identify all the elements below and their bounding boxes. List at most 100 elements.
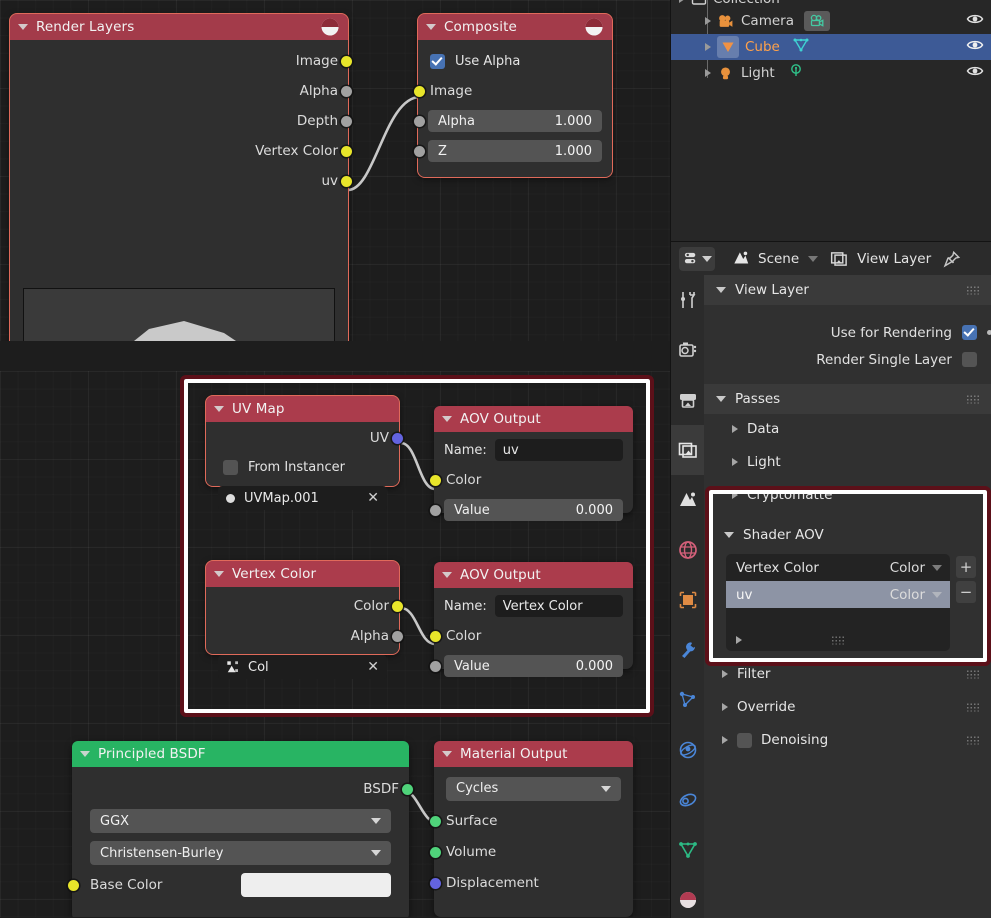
properties-editor-icon[interactable] [679,246,715,271]
render-target-dropdown[interactable]: Cycles [446,776,621,801]
outliner-row-cube[interactable]: Cube [671,34,991,60]
chevron-down-icon[interactable] [701,255,712,262]
expand-triangle-icon[interactable] [705,69,711,77]
node-output-row[interactable]: Vertex Color [10,136,353,166]
node-header-uv-map[interactable]: UV Map [206,396,399,422]
collapse-triangle-icon[interactable] [716,396,726,402]
socket-displacement-input[interactable] [429,877,442,890]
node-aov-output-vertex-color[interactable]: AOV Output Name: Vertex Color Color Valu… [429,562,633,677]
subpanel-shader-aov-header[interactable]: Shader AOV [704,520,991,550]
node-output-row[interactable]: Image [10,46,353,76]
socket-value-input[interactable] [429,660,442,673]
chevron-down-icon[interactable] [932,564,942,571]
tab-modifiers[interactable] [671,625,704,675]
socket-uv[interactable] [340,175,353,188]
aov-list-item[interactable]: Vertex Color Color [726,554,950,581]
node-material-output[interactable]: Material Output Cycles Surface Volume Di… [429,741,633,917]
target-row[interactable]: Cycles [434,772,633,805]
socket-alpha-input[interactable] [413,115,426,128]
aov-color-row[interactable]: Color [429,465,633,495]
panel-grip-icon[interactable] [966,394,980,404]
aov-list[interactable]: Vertex Color Color uv Color [726,554,950,651]
socket-image[interactable] [340,55,353,68]
socket-surface-input[interactable] [429,815,442,828]
aov-list-footer[interactable] [726,629,950,651]
panel-override[interactable]: Override [704,692,991,722]
vcol-color-row[interactable]: Color [206,591,404,621]
collapse-triangle-icon[interactable] [214,406,224,412]
light-data-icon[interactable] [787,62,805,84]
tab-world[interactable] [671,525,704,575]
displacement-row[interactable]: Displacement [429,867,633,898]
expand-triangle-icon[interactable] [732,425,738,433]
node-render-layers[interactable]: Render Layers Image Alpha Depth Vertex C… [9,13,353,341]
aov-name-field[interactable]: Vertex Color [494,595,623,617]
expand-triangle-icon[interactable] [722,670,728,678]
socket-base-color-input[interactable] [67,879,80,892]
panel-denoising[interactable]: Denoising [704,725,991,755]
animate-dot-icon[interactable] [987,330,991,335]
bsdf-output-row[interactable]: BSDF [72,772,414,805]
vcol-alpha-row[interactable]: Alpha [206,621,404,651]
list-resize-grip-icon[interactable] [831,635,845,645]
tab-physics[interactable] [671,725,704,775]
node-header-composite[interactable]: Composite [418,14,612,40]
chevron-down-icon[interactable] [932,591,942,598]
tab-object[interactable] [671,575,704,625]
alpha-input-row[interactable]: Alpha 1.000 [413,106,612,136]
expand-triangle-icon[interactable] [722,736,728,744]
chevron-down-icon[interactable] [601,785,611,792]
scene-chevron-icon[interactable] [808,255,819,262]
aov-color-row[interactable]: Color [429,621,633,651]
aov-value-row[interactable]: Value 0.000 [429,495,633,525]
subsurface-method-row[interactable]: Christensen-Burley [72,837,409,869]
subpanel-shader-aov[interactable]: Shader AOV Vertex Color Color uv Color +… [704,520,991,651]
expand-triangle-icon[interactable] [732,458,738,466]
collapse-triangle-icon[interactable] [214,571,224,577]
add-aov-button[interactable]: + [956,556,976,578]
pin-icon[interactable] [943,250,961,268]
tab-particles[interactable] [671,675,704,725]
properties-body[interactable]: View Layer Use for Rendering Render Sing… [704,275,991,918]
uv-output-row[interactable]: UV [206,424,404,452]
aov-name-row[interactable]: Name: uv [434,435,633,465]
volume-row[interactable]: Volume [429,836,633,867]
socket-bsdf-output[interactable] [401,783,414,796]
panel-view-layer[interactable]: View Layer [704,275,991,305]
panel-grip-icon[interactable] [966,735,980,745]
expand-triangle-icon[interactable] [705,17,711,25]
render-single-layer-checkbox[interactable] [962,352,977,367]
visibility-eye-icon[interactable] [966,10,984,32]
surface-row[interactable]: Surface [429,805,633,836]
properties-header[interactable]: Scene View Layer [671,242,991,276]
camera-data-icon[interactable] [803,11,830,31]
visibility-eye-icon[interactable] [966,62,984,84]
uvmap-name-field[interactable]: UVMap.001 ✕ [218,486,387,510]
subpanel-cryptomatte[interactable]: Cryptomatte [704,480,991,510]
node-header-material-output[interactable]: Material Output [434,741,633,767]
mesh-data-icon[interactable] [792,36,810,58]
node-header-aov-output[interactable]: AOV Output [434,562,633,588]
socket-alpha-output[interactable] [391,630,404,643]
view-layer-name[interactable]: View Layer [857,251,931,267]
clear-uvmap-icon[interactable]: ✕ [367,491,379,505]
base-color-row[interactable]: Base Color [67,869,409,901]
aov-value-row[interactable]: Value 0.000 [429,651,633,681]
z-input-row[interactable]: Z 1.000 [413,136,612,166]
subpanel-light[interactable]: Light [704,447,991,477]
expand-triangle-icon[interactable] [705,43,711,51]
node-header-vertex-color[interactable]: Vertex Color [206,561,399,587]
aov-item-type[interactable]: Color [890,560,942,576]
socket-alpha[interactable] [340,85,353,98]
outliner-row-camera[interactable]: Camera [671,8,991,34]
expand-triangle-icon[interactable] [732,491,738,499]
node-composite[interactable]: Composite Use Alpha Image Alpha 1.000 Z … [413,13,613,178]
panel-passes[interactable]: Passes [704,384,991,414]
tab-scene[interactable] [671,475,704,525]
tab-tool[interactable] [671,275,704,325]
aov-value-field[interactable]: Value 0.000 [444,499,623,521]
panel-grip-icon[interactable] [966,669,980,679]
collapse-triangle-icon[interactable] [426,24,436,30]
distribution-dropdown[interactable]: GGX [90,809,391,833]
socket-value-input[interactable] [429,504,442,517]
